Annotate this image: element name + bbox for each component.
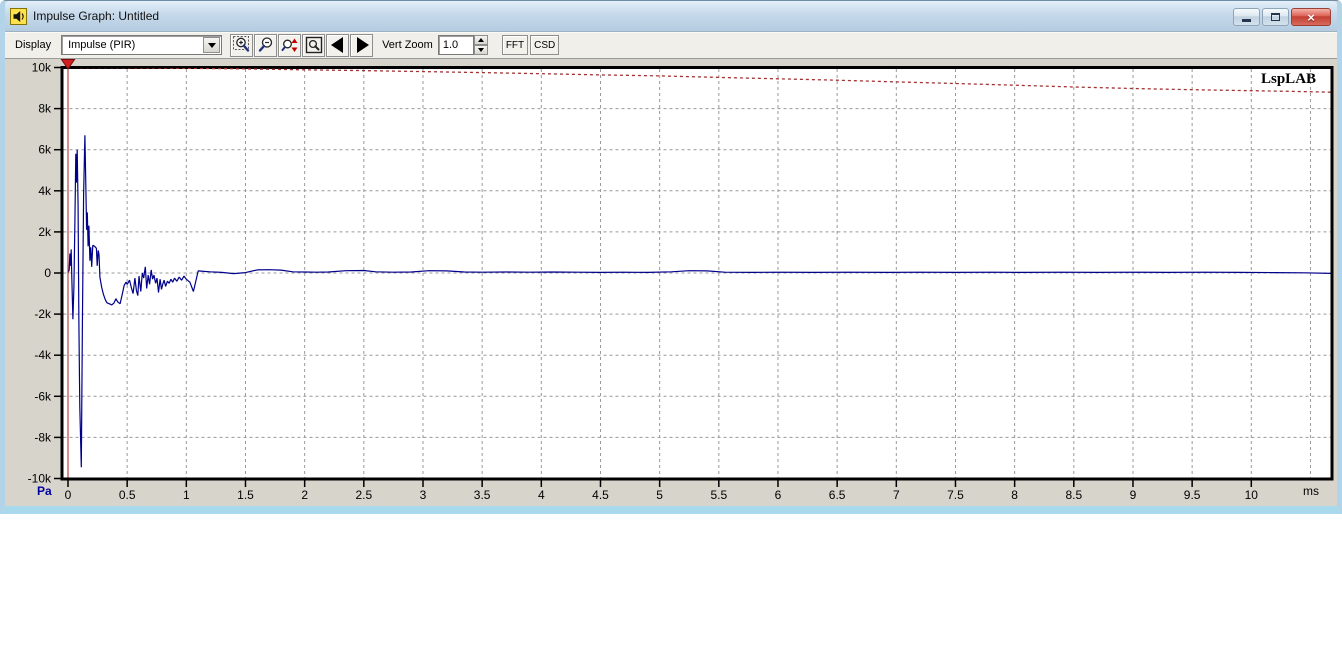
x-tick-label: 8.5 — [1065, 488, 1082, 502]
y-axis-unit-label: Pa — [37, 484, 52, 498]
y-tick-label: -6k — [34, 389, 52, 403]
x-tick-label: 0 — [65, 488, 72, 502]
x-tick-label: 6 — [775, 488, 782, 502]
y-tick-label: 2k — [38, 225, 52, 239]
minimize-icon — [1242, 18, 1251, 22]
y-tick-label: 6k — [38, 143, 52, 157]
x-tick-label: 4 — [538, 488, 545, 502]
y-tick-label: 10k — [32, 61, 52, 75]
y-tick-label: 4k — [38, 184, 52, 198]
x-tick-label: 7.5 — [947, 488, 964, 502]
y-tick-label: 0 — [44, 266, 51, 280]
x-axis-unit-label: ms — [1303, 484, 1319, 498]
impulse-chart[interactable]: 10k8k6k4k2k0-2k-4k-6k-8k-10k0 0.5 1 1.5 2 2.5… — [5, 59, 1337, 506]
vert-zoom-up-button[interactable] — [473, 35, 488, 45]
display-select[interactable]: Impulse (PIR) — [61, 35, 223, 55]
x-tick-label: 3 — [420, 488, 427, 502]
y-tick-label: 8k — [38, 102, 52, 116]
close-icon: × — [1307, 9, 1315, 25]
zoom-preview-icon — [305, 36, 322, 54]
zoom-preview-button[interactable] — [302, 33, 326, 57]
x-tick-label: 5.5 — [710, 488, 727, 502]
fft-button[interactable]: FFT — [501, 35, 529, 55]
app-window: Impulse Graph: Untitled × Display Impuls… — [0, 0, 1342, 514]
y-tick-label: -8k — [34, 430, 52, 444]
x-tick-label: 4.5 — [592, 488, 609, 502]
maximize-icon — [1271, 13, 1280, 21]
display-select-dropdown-button[interactable] — [203, 37, 221, 53]
x-tick-label: 9.5 — [1184, 488, 1201, 502]
x-tick-label: 3.5 — [474, 488, 491, 502]
scroll-left-icon — [330, 37, 343, 53]
x-tick-label: 6.5 — [829, 488, 846, 502]
scroll-right-icon — [356, 37, 369, 53]
x-tick-label: 9 — [1130, 488, 1137, 502]
x-tick-label: 1.5 — [237, 488, 254, 502]
chart-area: 10k 8k 6k 4k 2k 0 -2k -4k -6k -8k -10k 0 0.5 1 1.5 2 2.5… — [5, 59, 1337, 506]
speaker-icon — [10, 7, 27, 25]
brand-label: LspLAB — [1261, 71, 1317, 87]
zoom-reset-button[interactable] — [278, 33, 302, 57]
desktop: Impulse Graph: Untitled × Display Impuls… — [0, 0, 1342, 650]
scroll-left-button[interactable] — [326, 33, 350, 57]
x-tick-label: 0.5 — [119, 488, 136, 502]
csd-button[interactable]: CSD — [530, 35, 560, 55]
x-tick-label: 1 — [183, 488, 190, 502]
vert-zoom-spinner: 1.0 — [437, 35, 488, 55]
x-tick-label: 7 — [893, 488, 900, 502]
spinner-up-icon — [477, 38, 484, 42]
minimize-button[interactable] — [1233, 8, 1260, 26]
chevron-down-icon — [207, 42, 216, 48]
vert-zoom-input[interactable]: 1.0 — [437, 35, 474, 55]
close-button[interactable]: × — [1291, 8, 1331, 26]
x-tick-label: 10 — [1245, 488, 1259, 502]
x-tick-label: 8 — [1011, 488, 1018, 502]
zoom-in-selection-icon — [232, 36, 249, 52]
scroll-right-button[interactable] — [350, 33, 374, 57]
display-label: Display — [15, 39, 52, 51]
zoom-in-selection-button[interactable] — [230, 33, 254, 57]
window-controls: × — [1233, 8, 1331, 26]
vert-zoom-label: Vert Zoom — [382, 39, 433, 51]
zoom-out-icon — [258, 37, 272, 52]
x-tick-label: 2.5 — [355, 488, 372, 502]
maximize-button[interactable] — [1262, 8, 1289, 26]
toolbar: Display Impulse (PIR) Vert Zoom 1.0 FFT … — [5, 31, 1337, 59]
title-bar[interactable]: Impulse Graph: Untitled × — [5, 1, 1337, 31]
y-tick-label: -4k — [34, 348, 52, 362]
spinner-down-icon — [477, 48, 484, 52]
zoom-out-button[interactable] — [254, 33, 278, 57]
x-tick-label: 2 — [301, 488, 308, 502]
vert-zoom-down-button[interactable] — [473, 45, 488, 55]
display-select-value: Impulse (PIR) — [68, 39, 136, 51]
y-tick-label: -2k — [34, 307, 52, 321]
window-title: Impulse Graph: Untitled — [33, 9, 160, 23]
zoom-reset-icon — [281, 38, 298, 52]
x-tick-label: 5 — [656, 488, 663, 502]
